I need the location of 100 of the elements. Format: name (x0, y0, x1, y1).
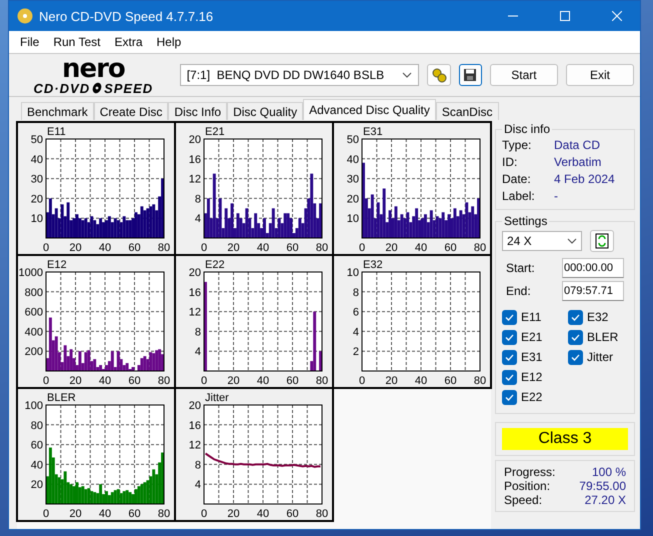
toolbar-button[interactable]: Start (490, 64, 558, 86)
axis-label: 20 (346, 193, 359, 206)
end-field[interactable]: 079:57.71 (562, 281, 624, 301)
axis-label: 50 (30, 134, 43, 146)
drive-select[interactable]: [7:1] BENQ DVD DD DW1640 BSLB (180, 64, 420, 86)
axis-label: 1000 (18, 267, 43, 279)
axis-label: 12 (188, 306, 201, 319)
axis-label: 8 (352, 286, 359, 299)
axis-label: 0 (358, 242, 366, 252)
checkbox-label: E31 (521, 350, 542, 364)
axis-label: 80 (474, 242, 486, 252)
axis-label: 40 (256, 375, 270, 385)
axis-label: 0 (42, 242, 50, 252)
axis-label: 6 (352, 306, 359, 319)
axis-label: 0 (200, 375, 208, 385)
chart-title: E12 (47, 259, 67, 271)
start-field[interactable]: 000:00.00 (562, 258, 624, 278)
axis-label: 0 (42, 375, 50, 385)
tab[interactable]: Disc Quality (227, 102, 304, 120)
field-label: Date: (502, 172, 532, 186)
axis-label: 40 (256, 242, 270, 252)
axis-label: 80 (316, 242, 328, 252)
tab[interactable]: Create Disc (94, 102, 168, 120)
field-value: 4 Feb 2024 (554, 172, 616, 186)
speed-select[interactable]: 24 X (502, 231, 582, 251)
axis-label: 60 (30, 440, 43, 452)
axis-label: 40 (98, 508, 112, 518)
axis-label: 40 (98, 242, 112, 252)
axis-label: 4 (352, 326, 359, 338)
axis-label: 30 (346, 174, 359, 186)
axis-label: 4 (194, 213, 201, 226)
tab[interactable]: Benchmark (21, 102, 94, 120)
axis-label: 60 (128, 375, 141, 385)
window-title: Nero CD-DVD Speed 4.7.7.16 (39, 8, 214, 24)
axis-label: 80 (158, 242, 170, 252)
tab[interactable]: Advanced Disc Quality (303, 99, 436, 120)
axis-label: 40 (256, 508, 270, 518)
axis-label: 10 (346, 267, 359, 279)
checkbox-label: E21 (521, 330, 542, 344)
axis-label: 100 (24, 400, 43, 412)
axis-label: 200 (24, 346, 43, 358)
axis-label: 8 (194, 459, 201, 472)
axis-label: 80 (316, 375, 328, 385)
axis-label: 20 (69, 375, 82, 385)
chart-title: E31 (363, 126, 383, 138)
checkbox-label: Jitter (587, 350, 614, 364)
menu-item[interactable]: Extra (107, 33, 150, 51)
field-label: End: (506, 284, 531, 298)
field-value: Data CD (554, 138, 602, 152)
axis-label: 2 (352, 346, 359, 358)
axis-label: 12 (188, 440, 201, 452)
axis-label: 800 (24, 286, 43, 299)
axis-label: 60 (286, 242, 299, 252)
axis-label: 20 (227, 508, 240, 518)
axis-label: 20 (385, 242, 398, 252)
axis-label: 0 (200, 508, 208, 518)
axis-label: 40 (30, 459, 43, 472)
field-label: ID: (502, 155, 518, 169)
menu-item[interactable]: File (13, 33, 46, 51)
axis-label: 60 (444, 375, 457, 385)
status-label: Progress: (504, 465, 556, 479)
status-value: 100 % (590, 465, 626, 479)
axis-label: 20 (69, 508, 82, 518)
checkbox-label: E12 (521, 370, 542, 384)
checkbox-label: E11 (521, 310, 542, 324)
menu-item[interactable]: Run Test (46, 33, 108, 51)
axis-label: 30 (30, 174, 43, 186)
axis-label: 40 (346, 154, 359, 166)
result-badge: Class 3 (502, 428, 628, 450)
axis-label: 20 (69, 242, 82, 252)
axis-label: 40 (30, 154, 43, 166)
axis-label: 600 (24, 306, 43, 319)
logo-text: SPEED (104, 82, 154, 94)
field-value: Verbatim (554, 155, 602, 169)
axis-label: 60 (286, 375, 299, 385)
axis-label: 20 (385, 375, 398, 385)
axis-label: 0 (358, 375, 366, 385)
axis-label: 20 (188, 267, 201, 279)
tab[interactable]: Disc Info (168, 102, 228, 120)
axis-label: 20 (188, 134, 201, 146)
axis-label: 8 (194, 193, 201, 206)
status-label: Speed: (504, 493, 544, 507)
axis-label: 80 (158, 508, 170, 518)
tab[interactable]: ScanDisc (436, 102, 499, 120)
group-title: Settings (503, 214, 548, 228)
axis-label: 40 (98, 375, 112, 385)
toolbar-button[interactable]: Exit (566, 64, 634, 86)
chart-title: E21 (205, 126, 225, 138)
status-value: 79:55.00 (579, 479, 626, 493)
axis-label: 60 (286, 508, 299, 518)
axis-label: 20 (227, 242, 240, 252)
axis-label: 4 (194, 346, 201, 358)
group-title: Disc info (503, 122, 552, 136)
axis-label: 60 (128, 242, 141, 252)
axis-label: 60 (444, 242, 457, 252)
checkbox-label: E22 (521, 390, 542, 404)
axis-label: 16 (188, 154, 201, 166)
chart-title: E22 (205, 259, 225, 271)
menu-item[interactable]: Help (150, 33, 188, 51)
field-label: Type: (502, 138, 532, 152)
